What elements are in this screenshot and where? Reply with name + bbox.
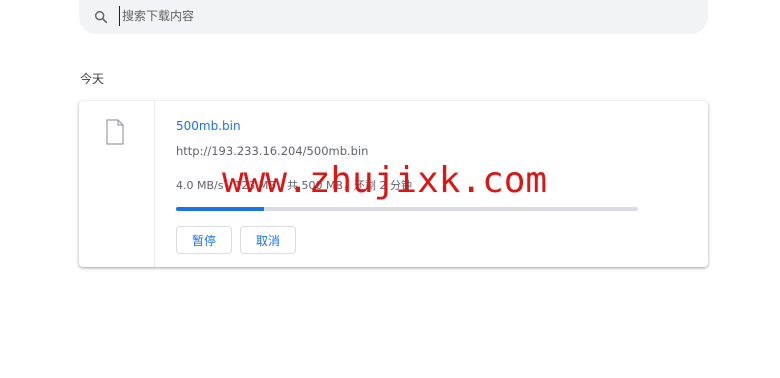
file-icon-column [79, 101, 155, 267]
search-input[interactable] [119, 6, 682, 26]
download-item-card: 500mb.bin http://193.233.16.204/500mb.bi… [79, 101, 708, 267]
pause-button[interactable]: 暂停 [176, 226, 232, 254]
date-group-label: 今天 [80, 72, 105, 86]
cancel-button[interactable]: 取消 [240, 226, 296, 254]
search-bar[interactable] [79, 0, 708, 34]
search-icon [94, 10, 108, 24]
progress-bar [176, 207, 638, 211]
file-name-link[interactable]: 500mb.bin [176, 119, 241, 133]
progress-bar-fill [176, 207, 264, 211]
file-icon [106, 119, 124, 145]
downloads-page: 今天 500mb.bin http://193.233.16.204/500mb… [0, 0, 780, 378]
file-url[interactable]: http://193.233.16.204/500mb.bin [176, 144, 368, 158]
download-status: 4.0 MB/s - 123 MB，共 500 MB，还剩 2 分钟 [176, 179, 412, 192]
